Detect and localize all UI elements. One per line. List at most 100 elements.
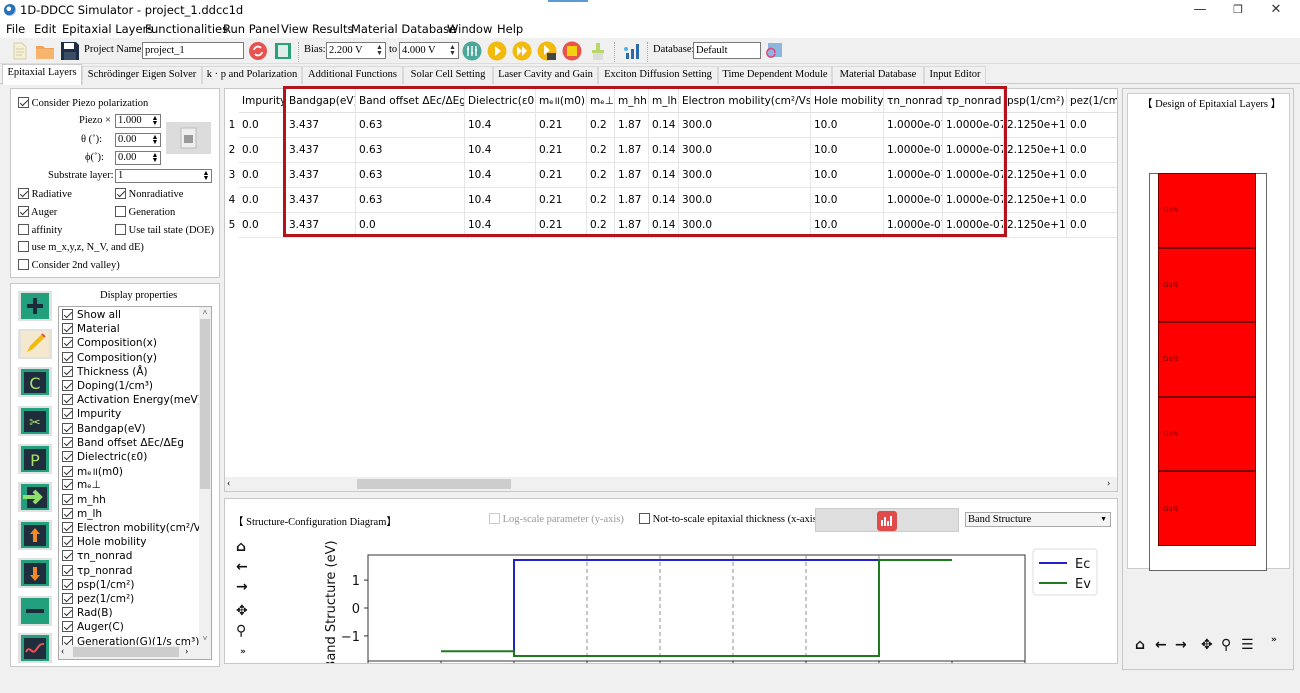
database-refresh-icon[interactable] — [764, 41, 784, 61]
row-header[interactable]: 1 — [225, 113, 239, 138]
table-hscrollbar[interactable]: ‹ › — [225, 477, 1117, 491]
column-header[interactable]: τn_nonrad — [884, 89, 943, 113]
display-property-item[interactable]: Impurity — [62, 408, 121, 420]
plot-button[interactable] — [815, 508, 959, 532]
run-icon[interactable] — [487, 41, 507, 61]
checkbox-icon[interactable] — [62, 522, 73, 533]
display-property-item[interactable]: m_lh — [62, 507, 102, 520]
table-cell[interactable]: 0.63 — [356, 138, 465, 163]
checkbox-icon[interactable] — [62, 621, 73, 633]
display-property-item[interactable]: m_hh — [62, 493, 106, 506]
move-down-button[interactable] — [18, 558, 52, 588]
checkbox-icon[interactable] — [18, 97, 29, 108]
column-header[interactable]: pez(1/cm — [1067, 89, 1117, 113]
checkbox-icon[interactable] — [62, 436, 73, 448]
display-property-item[interactable]: Electron mobility(cm²/Vs) — [62, 522, 210, 534]
spin-arrows-icon[interactable]: ▲ ▼ — [151, 152, 159, 164]
table-cell[interactable]: 0.14 — [649, 188, 679, 213]
table-cell[interactable]: 1.0000e-07 — [884, 188, 943, 213]
column-header[interactable]: mₑ॥(m0) — [536, 89, 587, 113]
tab-schrodinger-eigen-solver[interactable]: Schrödinger Eigen Solver — [82, 66, 202, 84]
checkbox-icon[interactable] — [62, 451, 73, 462]
spin-arrows-icon[interactable]: ▲ ▼ — [448, 44, 457, 57]
display-property-item[interactable]: Composition(x) — [62, 337, 157, 349]
tab-epitaxial-layers[interactable]: Epitaxial Layers — [2, 64, 82, 85]
list-vscrollbar[interactable]: ˄ ˅ — [199, 307, 211, 645]
column-header[interactable]: psp(1/cm²) — [1004, 89, 1067, 113]
zoom-icon[interactable]: ⚲ — [236, 623, 246, 639]
substrate-layer-input[interactable]: 1 ▲ ▼ — [115, 169, 212, 183]
piezo-input[interactable]: 1.000 ▲ ▼ — [115, 114, 161, 128]
table-cell[interactable]: 1.0000e-07 — [943, 138, 1004, 163]
scroll-right-icon[interactable]: › — [185, 645, 188, 659]
checkbox-icon[interactable] — [62, 337, 73, 349]
table-cell[interactable]: 1.0000e-07 — [884, 138, 943, 163]
table-cell[interactable]: 0.0 — [1067, 138, 1117, 163]
theta-input[interactable]: 0.00 ▲ ▼ — [115, 133, 161, 147]
table-cell[interactable]: 1.0000e-07 — [884, 213, 943, 238]
table-cell[interactable]: 0.14 — [649, 213, 679, 238]
display-property-item[interactable]: pez(1/cm²) — [62, 593, 134, 605]
table-cell[interactable]: 2.1250e+13 — [1004, 163, 1067, 188]
results-chart-icon[interactable] — [622, 41, 642, 61]
dropdown-arrow-icon[interactable]: ▼ — [1100, 513, 1107, 526]
bias-to-input[interactable]: 4.000 V ▲ ▼ — [399, 42, 459, 59]
table-cell[interactable]: 300.0 — [679, 138, 811, 163]
add-layer-button[interactable] — [18, 291, 52, 321]
spin-arrows-icon[interactable]: ▲ ▼ — [202, 170, 210, 182]
pan-icon[interactable]: ✥ — [236, 603, 248, 619]
checkbox-icon[interactable] — [62, 479, 73, 491]
table-hscroll-thumb[interactable] — [357, 479, 511, 489]
table-cell[interactable]: 0.0 — [1067, 213, 1117, 238]
checkbox-icon[interactable] — [115, 188, 126, 199]
table-cell[interactable]: 10.0 — [811, 213, 884, 238]
spin-arrows-icon[interactable]: ▲ ▼ — [151, 115, 159, 127]
table-cell[interactable]: 1.0000e-07 — [943, 188, 1004, 213]
second-valley-checkbox[interactable]: Consider 2nd valley) — [18, 259, 120, 271]
menu-functionalities[interactable]: Functionalities — [145, 22, 228, 36]
menu-help[interactable]: Help — [497, 22, 523, 36]
table-cell[interactable]: 0.2 — [587, 163, 615, 188]
not-to-scale-checkbox[interactable]: Not-to-scale epitaxial thickness (x-axis… — [639, 513, 820, 525]
tab-additional-functions[interactable]: Additional Functions — [302, 66, 403, 84]
table-cell[interactable]: 0.63 — [356, 163, 465, 188]
table-cell[interactable]: 3.437 — [286, 138, 356, 163]
epitaxial-layer-block[interactable]: GaN — [1158, 396, 1256, 472]
run-folder-icon[interactable] — [537, 41, 557, 61]
export-image-button[interactable] — [166, 122, 211, 154]
checkbox-icon[interactable] — [18, 188, 29, 199]
maximize-button[interactable]: ❐ — [1226, 2, 1250, 18]
table-cell[interactable]: 10.4 — [465, 213, 536, 238]
table-cell[interactable]: 300.0 — [679, 213, 811, 238]
pan-icon[interactable]: ✥ — [1201, 637, 1213, 653]
display-property-item[interactable]: mₑ॥(m0) — [62, 465, 123, 479]
epitaxial-layer-block[interactable]: GaN — [1158, 471, 1256, 546]
phi-input[interactable]: 0.00 ▲ ▼ — [115, 151, 161, 165]
minimize-button[interactable]: — — [1188, 2, 1212, 18]
table-cell[interactable]: 0.21 — [536, 163, 587, 188]
copy-icon[interactable] — [273, 41, 293, 61]
table-cell[interactable]: 0.21 — [536, 138, 587, 163]
table-cell[interactable]: 1.87 — [615, 113, 649, 138]
column-header[interactable]: Band offset ΔEc/ΔEg — [356, 89, 465, 113]
checkbox-icon[interactable] — [62, 365, 73, 377]
column-header[interactable]: mₑ⊥ — [587, 89, 615, 113]
radiative-checkbox[interactable]: Radiative — [18, 188, 72, 200]
bias-from-input[interactable]: 2.200 V ▲ ▼ — [326, 42, 386, 59]
table-cell[interactable]: 3.437 — [286, 113, 356, 138]
table-cell[interactable]: 3.437 — [286, 188, 356, 213]
tab-exciton-diffusion[interactable]: Exciton Diffusion Setting — [598, 66, 718, 84]
row-header[interactable]: 2 — [225, 138, 239, 163]
run-all-icon[interactable] — [512, 41, 532, 61]
paste-layer-button[interactable]: P — [18, 444, 52, 474]
table-cell[interactable]: 10.0 — [811, 163, 884, 188]
table-cell[interactable]: 1.0000e-07 — [943, 163, 1004, 188]
stop-icon[interactable] — [562, 41, 582, 61]
checkbox-icon[interactable] — [115, 206, 126, 217]
table-cell[interactable]: 3.437 — [286, 163, 356, 188]
table-cell[interactable]: 0.0 — [239, 163, 286, 188]
new-file-icon[interactable] — [10, 41, 30, 61]
table-cell[interactable]: 300.0 — [679, 113, 811, 138]
checkbox-icon[interactable] — [639, 513, 650, 524]
checkbox-icon[interactable] — [18, 224, 29, 235]
